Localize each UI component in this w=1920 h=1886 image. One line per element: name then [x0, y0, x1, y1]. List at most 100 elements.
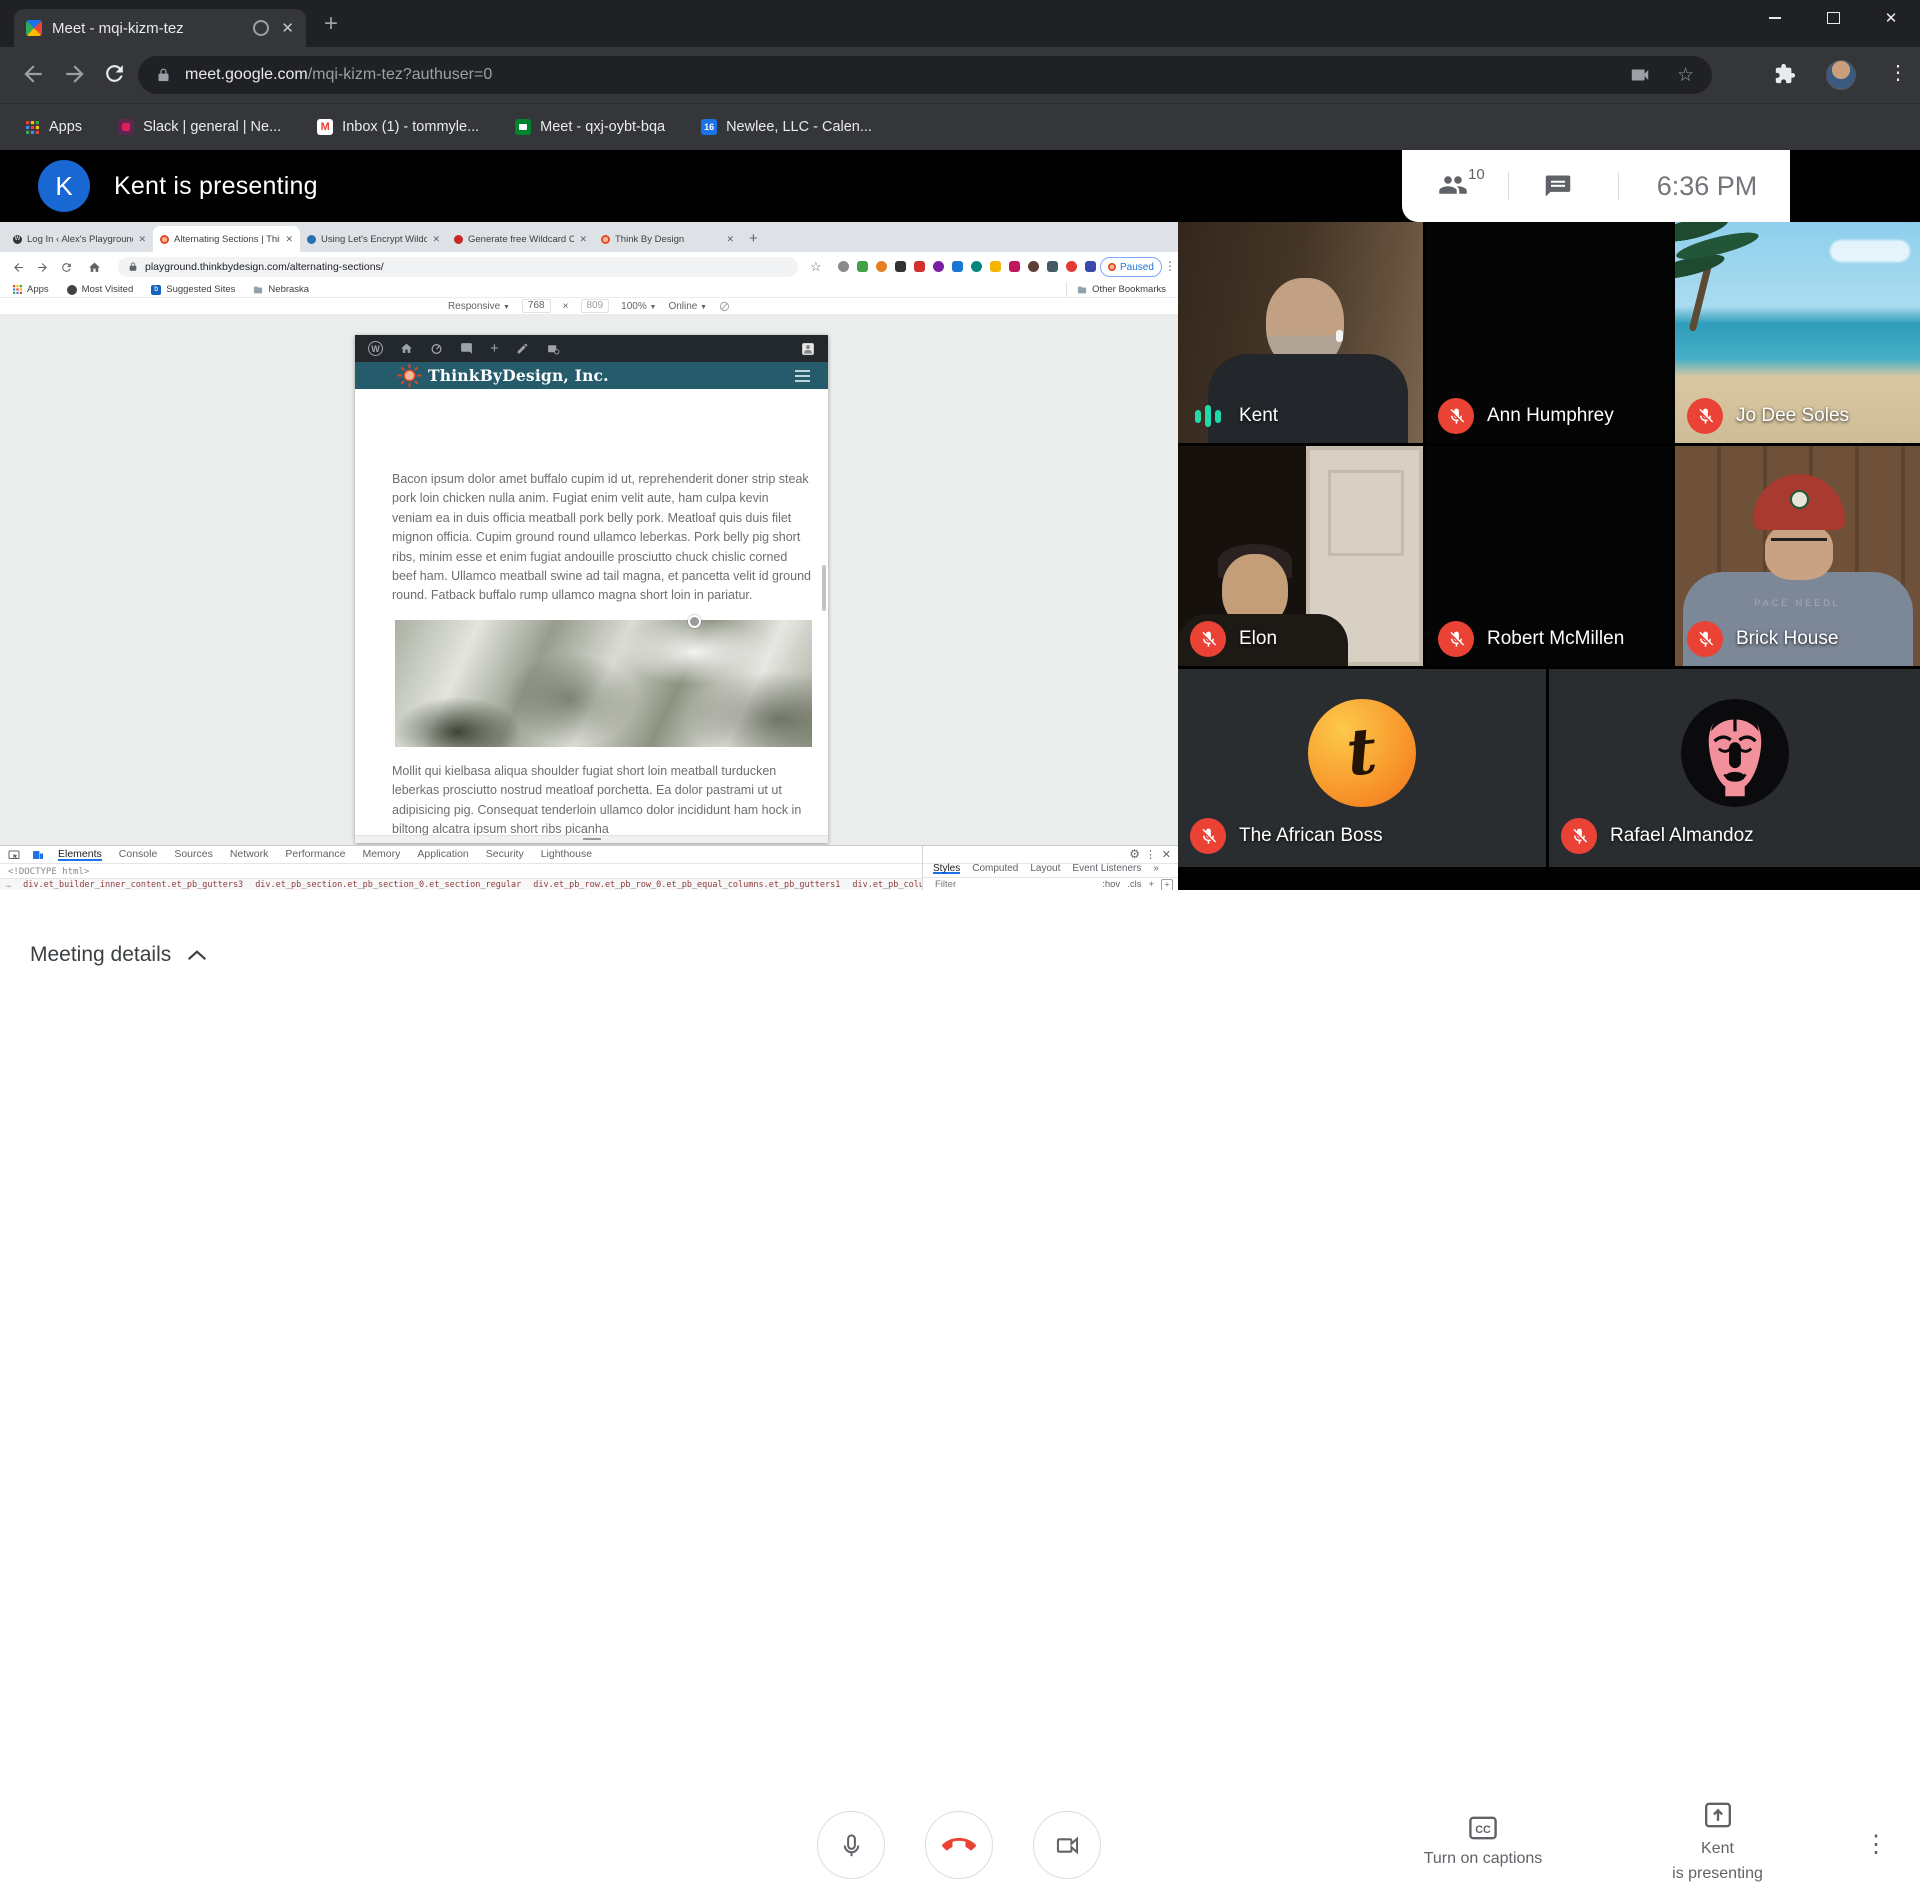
edit-pencil-icon[interactable] [516, 342, 529, 355]
reload-icon[interactable] [102, 61, 127, 86]
styles-tab[interactable]: Styles [933, 863, 960, 874]
drag-handle-dot[interactable] [688, 615, 701, 628]
inspect-element-icon[interactable] [8, 849, 20, 861]
shared-bookmark-most-visited[interactable]: Most Visited [67, 284, 134, 295]
back-icon[interactable] [20, 61, 46, 87]
viewport-width-input[interactable]: 768 [522, 299, 551, 313]
breadcrumb[interactable]: div.et_builder_inner_content.et_pb_gutte… [23, 880, 243, 890]
computed-tab[interactable]: Computed [972, 863, 1018, 874]
devtools-tab-sources[interactable]: Sources [174, 848, 213, 861]
devtools-tab-console[interactable]: Console [119, 848, 158, 861]
site-home-icon[interactable] [400, 342, 413, 355]
participant-tile-jo-dee-soles[interactable]: Jo Dee Soles [1675, 222, 1920, 443]
presenting-button[interactable]: Kent is presenting [1630, 1802, 1805, 1886]
mic-toggle-button[interactable] [817, 1811, 885, 1879]
reload-icon[interactable] [60, 261, 73, 274]
address-bar[interactable]: meet.google.com/mqi-kizm-tez?authuser=0 … [138, 56, 1712, 94]
extension-icons[interactable] [838, 261, 1115, 272]
participant-tile-the-african-boss[interactable]: t The African Boss [1178, 669, 1546, 867]
devtools-tab-lighthouse[interactable]: Lighthouse [541, 848, 592, 861]
tab-close-icon[interactable]: ✕ [138, 234, 146, 245]
devtools-tab-network[interactable]: Network [230, 848, 269, 861]
tab-close-icon[interactable]: ✕ [726, 234, 734, 245]
layout-grid-icon[interactable]: + [1161, 879, 1173, 891]
shared-bookmark-nebraska[interactable]: Nebraska [253, 284, 309, 295]
participants-button[interactable]: 10 [1438, 170, 1468, 200]
throttling-select[interactable]: Online ▼ [668, 301, 707, 312]
device-mode-select[interactable]: Responsive ▼ [448, 301, 510, 312]
bookmark-slack[interactable]: Slack | general | Ne... [118, 119, 281, 135]
new-content-icon[interactable]: + [490, 340, 499, 357]
zoom-select[interactable]: 100% ▼ [621, 301, 656, 312]
hov-toggle[interactable]: :hov [1102, 879, 1120, 890]
performance-gauge-icon[interactable] [430, 342, 443, 355]
viewport-height-input[interactable]: 809 [580, 299, 609, 313]
browser-tab-meet[interactable]: Meet - mqi-kizm-tez ✕ [14, 9, 306, 47]
extensions-puzzle-icon[interactable] [1774, 63, 1796, 85]
preview-scrollbar[interactable] [822, 565, 826, 611]
camera-toggle-button[interactable] [1033, 1811, 1101, 1879]
profile-avatar[interactable] [1826, 60, 1856, 90]
devtools-tab-security[interactable]: Security [486, 848, 524, 861]
leave-call-button[interactable] [925, 1811, 993, 1879]
participant-tile-kent[interactable]: Kent [1178, 222, 1423, 443]
participant-tile-ann-humphrey[interactable]: Ann Humphrey [1426, 222, 1672, 443]
window-minimize-button[interactable] [1746, 0, 1804, 36]
comments-icon[interactable] [460, 342, 473, 355]
wordpress-logo-icon[interactable]: W [368, 341, 383, 356]
meeting-details-button[interactable]: Meeting details [30, 890, 207, 1020]
rotate-icon[interactable] [719, 301, 730, 312]
more-options-icon[interactable]: ⋮ [1864, 1830, 1888, 1859]
bookmark-inbox[interactable]: M Inbox (1) - tommyle... [317, 119, 479, 135]
styles-filter-input[interactable] [933, 878, 1047, 890]
forward-icon[interactable] [62, 61, 88, 87]
viewport-resize-handle[interactable] [355, 835, 828, 843]
shared-tab-alternating-sections[interactable]: Alternating Sections | ThinkByD ✕ [153, 226, 300, 252]
new-tab-button[interactable]: + [324, 12, 338, 36]
home-icon[interactable] [88, 261, 101, 274]
devtools-tab-memory[interactable]: Memory [362, 848, 400, 861]
updates-box-icon[interactable] [546, 342, 560, 355]
shared-tab-login[interactable]: W Log In ‹ Alex's Playground — W ✕ [6, 226, 153, 252]
paused-extension-badge[interactable]: Paused [1100, 257, 1162, 277]
breadcrumb[interactable]: div.et_pb_column.et_pb_column_1_2.et_pb_… [852, 880, 922, 890]
forward-icon[interactable] [36, 261, 49, 274]
bookmark-star-icon[interactable]: ☆ [810, 259, 822, 275]
panel-overflow-icon[interactable]: » [1153, 863, 1159, 874]
camera-in-use-icon[interactable] [1629, 64, 1651, 86]
tab-close-icon[interactable]: ✕ [432, 234, 440, 245]
browser-menu-icon[interactable]: ⋮ [1888, 60, 1908, 85]
wp-user-avatar-icon[interactable] [801, 342, 815, 356]
participant-tile-brick-house[interactable]: PACE NEEDL Brick House [1675, 446, 1920, 666]
devtools-tab-elements[interactable]: Elements [58, 848, 102, 861]
shared-address-bar[interactable]: playground.thinkbydesign.com/alternating… [118, 257, 798, 277]
tab-close-icon[interactable]: ✕ [579, 234, 587, 245]
bookmark-newlee-calendar[interactable]: 16 Newlee, LLC - Calen... [701, 119, 872, 135]
new-rule-plus-icon[interactable]: + [1148, 879, 1154, 890]
device-toolbar-toggle-icon[interactable] [32, 849, 44, 861]
participant-tile-elon[interactable]: Elon [1178, 446, 1423, 666]
hamburger-menu-icon[interactable] [795, 370, 810, 382]
back-icon[interactable] [12, 261, 25, 274]
shared-bookmark-apps[interactable]: Apps [12, 284, 49, 295]
other-bookmarks-button[interactable]: Other Bookmarks [1066, 282, 1178, 297]
event-listeners-tab[interactable]: Event Listeners [1072, 863, 1141, 874]
window-close-button[interactable]: ✕ [1862, 0, 1920, 36]
window-maximize-button[interactable] [1804, 0, 1862, 36]
shared-browser-menu-icon[interactable]: ⋮ [1164, 259, 1176, 273]
devtools-tab-application[interactable]: Application [417, 848, 468, 861]
breadcrumb[interactable]: div.et_pb_row.et_pb_row_0.et_pb_equal_co… [533, 880, 840, 890]
shared-new-tab-button[interactable]: + [749, 230, 758, 247]
layout-tab[interactable]: Layout [1030, 863, 1060, 874]
breadcrumb-overflow-icon[interactable]: … [6, 880, 11, 890]
cls-toggle[interactable]: .cls [1127, 879, 1141, 890]
chat-button[interactable] [1544, 172, 1572, 200]
breadcrumb[interactable]: div.et_pb_section.et_pb_section_0.et_sec… [255, 880, 521, 890]
tab-close-icon[interactable]: ✕ [281, 19, 294, 37]
shared-tab-wildcard-cert[interactable]: Generate free Wildcard Certific ✕ [447, 226, 594, 252]
shared-tab-lets-encrypt[interactable]: Using Let's Encrypt Wildcard S ✕ [300, 226, 447, 252]
bookmark-meet[interactable]: Meet - qxj-oybt-bqa [515, 119, 665, 135]
bookmark-apps[interactable]: Apps [24, 119, 82, 135]
participant-tile-robert-mcmillen[interactable]: Robert McMillen [1426, 446, 1672, 666]
shared-tab-thinkbydesign[interactable]: Think By Design ✕ [594, 226, 741, 252]
